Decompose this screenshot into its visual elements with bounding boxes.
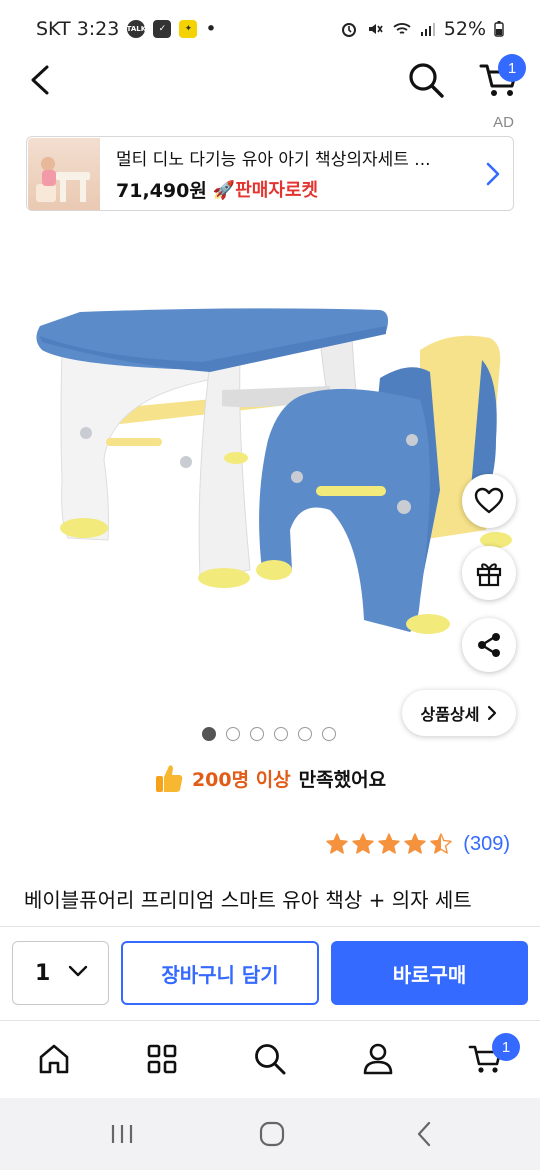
status-time: SKT 3:23 [36, 18, 120, 40]
carousel-dot[interactable] [226, 727, 240, 741]
satisfaction-banner: 200명 이상 만족했어요 [0, 762, 540, 794]
talk-icon: TALK [127, 20, 146, 38]
review-count[interactable]: (309) [463, 833, 510, 856]
ad-price: 71,490원 [116, 179, 207, 202]
product-detail-button[interactable]: 상품상세 [402, 690, 516, 736]
more-notifications-dot: • [205, 18, 217, 40]
bottom-navigation: 1 [0, 1020, 540, 1098]
system-back-button[interactable] [404, 1118, 444, 1150]
ad-thumbnail [28, 137, 100, 210]
ad-banner[interactable]: 멀티 디노 다기능 유아 아기 책상의자세트 ... 71,490원 🚀판매자로… [26, 136, 514, 211]
nav-home[interactable] [32, 1037, 76, 1081]
carousel-dot[interactable] [202, 727, 216, 741]
mute-icon [368, 24, 383, 34]
buy-now-button[interactable]: 바로구매 [331, 941, 528, 1005]
chevron-right-icon [486, 162, 500, 186]
seller-rocket-badge: 🚀판매자로켓 [212, 180, 319, 201]
user-icon [363, 1043, 393, 1075]
satisfaction-count: 200명 이상 [191, 768, 291, 791]
thumbs-up-icon [155, 765, 183, 792]
cart-button[interactable]: 1 [474, 54, 526, 102]
carousel-dot[interactable] [298, 727, 312, 741]
ad-title: 멀티 디노 다기능 유아 아기 책상의자세트 ... [116, 149, 431, 170]
check-icon: ✓ [153, 20, 172, 38]
chevron-right-icon [488, 705, 497, 721]
wishlist-button[interactable] [462, 474, 516, 528]
share-button[interactable] [462, 618, 516, 672]
carousel-dot[interactable] [274, 727, 288, 741]
home-button[interactable] [252, 1118, 292, 1150]
nav-cart[interactable]: 1 [464, 1033, 520, 1081]
app-notification-icon: ✦ [179, 20, 198, 38]
back-arrow-icon [31, 65, 49, 95]
purchase-action-bar: 1 장바구니 담기 바로구매 [0, 926, 540, 1018]
top-bar: 1 [0, 52, 540, 108]
nav-my-account[interactable] [356, 1037, 400, 1081]
nav-search[interactable] [248, 1037, 292, 1081]
home-icon [39, 1044, 69, 1074]
satisfaction-text: 만족했어요 [298, 768, 387, 791]
nav-categories[interactable] [140, 1037, 184, 1081]
product-title: 베이블퓨어리 프리미엄 스마트 유아 책상 + 의자 세트 [24, 888, 472, 912]
heart-icon [474, 487, 504, 514]
nav-cart-badge: 1 [492, 1033, 520, 1061]
search-icon [255, 1044, 286, 1075]
alarm-icon [341, 23, 356, 37]
cart-badge: 1 [498, 54, 526, 82]
rating[interactable]: (309) [325, 832, 510, 856]
rating-stars [325, 832, 453, 856]
back-button[interactable] [20, 60, 60, 100]
search-button[interactable] [404, 58, 448, 102]
gift-icon [476, 563, 502, 587]
chevron-down-icon [68, 965, 88, 977]
rocket-icon: 🚀 [212, 180, 236, 201]
quantity-select[interactable]: 1 [12, 941, 109, 1005]
star-icon [430, 833, 452, 854]
star-icon [404, 833, 426, 854]
share-icon [478, 633, 500, 657]
battery-level: 52% [443, 18, 486, 40]
product-image[interactable] [0, 240, 540, 700]
quantity-value: 1 [35, 960, 51, 986]
recent-apps-button[interactable] [102, 1118, 142, 1150]
battery-icon [494, 21, 504, 37]
signal-icon [420, 23, 435, 36]
wifi-icon [393, 23, 411, 34]
carousel-dot[interactable] [322, 727, 336, 741]
carousel-dot[interactable] [250, 727, 264, 741]
system-navigation-bar [0, 1098, 540, 1170]
star-icon [352, 833, 374, 854]
back-chevron-icon [417, 1121, 431, 1147]
status-bar: SKT 3:23 TALK ✓ ✦ • 52% [0, 0, 540, 58]
product-detail-label: 상품상세 [420, 705, 480, 724]
grid-icon [147, 1044, 177, 1074]
gift-button[interactable] [462, 546, 516, 600]
search-icon [409, 63, 444, 98]
recent-apps-icon [111, 1125, 133, 1143]
star-icon [326, 833, 348, 854]
ad-label: AD [493, 114, 514, 131]
image-carousel-indicator [202, 727, 336, 741]
add-to-cart-button[interactable]: 장바구니 담기 [121, 941, 319, 1005]
home-circle-icon [259, 1121, 285, 1147]
star-icon [378, 833, 400, 854]
